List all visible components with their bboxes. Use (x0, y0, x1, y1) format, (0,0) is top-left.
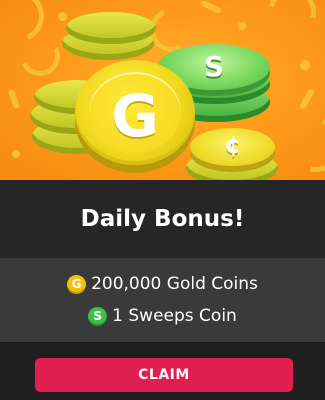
gold-coin-icon: G (67, 274, 87, 294)
hero-image: S ¢ G (0, 0, 325, 180)
side-coin-glyph: ¢ (224, 131, 241, 159)
gold-coin-icon: ¢ (190, 128, 275, 166)
confetti-dot (12, 150, 20, 158)
reward-sweeps-coin: S 1 Sweeps Coin (88, 306, 237, 326)
confetti-dot (300, 60, 310, 70)
confetti-dot (238, 22, 246, 30)
reward-sweeps-text: 1 Sweeps Coin (112, 306, 237, 326)
confetti-squiggle (259, 0, 325, 45)
sweeps-coin-icon: S (88, 306, 108, 326)
rewards-list: G 200,000 Gold Coins S 1 Sweeps Coin (0, 258, 325, 342)
gold-coin-glyph: G (111, 82, 159, 150)
gold-coin-icon: G (75, 60, 195, 165)
confetti-dot (58, 12, 67, 21)
daily-bonus-modal: S ¢ G Daily Bonus! G 200,000 Gold Coins … (0, 0, 325, 400)
confetti-squiggle (280, 108, 325, 180)
reward-gold-text: 200,000 Gold Coins (91, 274, 258, 294)
claim-footer: CLAIM (0, 342, 325, 400)
confetti-bar (298, 87, 316, 111)
title-band: Daily Bonus! (0, 180, 325, 258)
confetti-bar (199, 0, 223, 15)
modal-title: Daily Bonus! (80, 206, 245, 232)
gold-coin-stack (66, 12, 156, 44)
reward-gold-coins: G 200,000 Gold Coins (67, 274, 258, 294)
confetti-bar (7, 88, 21, 110)
claim-button[interactable]: CLAIM (35, 358, 293, 392)
